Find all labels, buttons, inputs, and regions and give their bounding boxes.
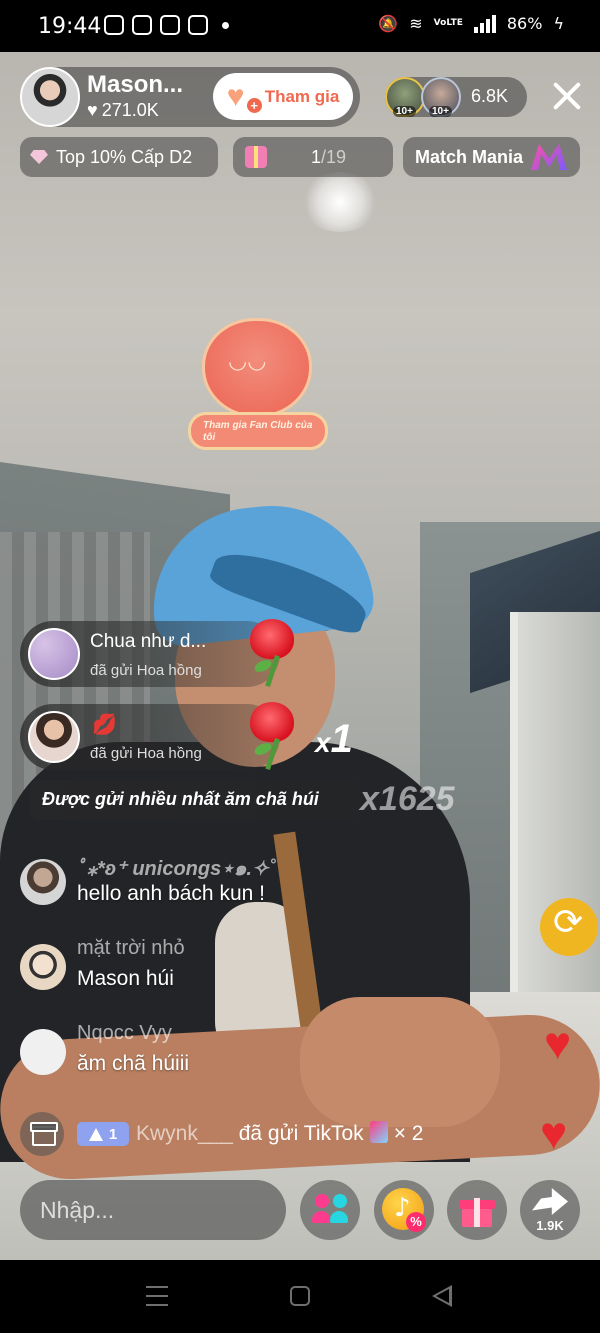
status-right: 🔕 ≋ VoLTE 86% ϟ <box>378 14 564 33</box>
shopee-icon <box>160 15 180 35</box>
gifter-name: Chua như d... <box>90 631 207 652</box>
level-triangle-icon <box>88 1127 103 1141</box>
heart-icon[interactable]: ♥ <box>540 1110 567 1156</box>
share-count: 1.9K <box>536 1218 564 1233</box>
close-icon[interactable] <box>551 80 583 112</box>
rose-icon <box>242 615 304 691</box>
viewers[interactable]: 10+ 10+ 6.8K <box>385 77 527 117</box>
comment[interactable]: mặt trời nhỏ Mason húi <box>20 937 440 999</box>
repost-icon[interactable] <box>540 898 598 956</box>
top-viewer-avatar[interactable]: 10+ <box>385 77 425 117</box>
gifter-avatar[interactable] <box>28 628 80 680</box>
discount-icon: % <box>406 1212 426 1232</box>
fan-club-label: Tham gia Fan Club của tôi <box>188 412 328 450</box>
rose-icon <box>242 698 304 774</box>
mute-icon: 🔕 <box>378 14 399 33</box>
gift-sender-name[interactable]: Kwynk___ <box>136 1122 233 1145</box>
gifter-avatar[interactable] <box>28 711 80 763</box>
commenter-name[interactable]: Nqocc Vyy <box>77 1022 172 1045</box>
host-name[interactable]: Mason... <box>87 71 183 99</box>
instagram-icon <box>188 15 208 35</box>
more-notifications-dot <box>222 21 229 29</box>
comment-text: Mason húi <box>77 967 174 990</box>
recent-apps-icon[interactable] <box>146 1286 168 1306</box>
comment[interactable]: ﾟ⁎*ʚ⁺ unicongs⋆๑.✧˚ hello anh bách kun ! <box>20 852 440 914</box>
gift-notification[interactable]: 💋 đã gửi Hoa hồng <box>20 702 294 770</box>
back-icon[interactable] <box>432 1285 454 1307</box>
viewer-count[interactable]: 6.8K <box>471 86 508 107</box>
match-mania-chip[interactable]: Match Mania <box>403 137 580 177</box>
tiktok-gift-icon <box>369 1121 388 1143</box>
commenter-name[interactable]: mặt trời nhỏ <box>77 937 185 960</box>
top-viewer-avatar[interactable]: 10+ <box>421 77 461 117</box>
host-avatar[interactable] <box>20 67 80 127</box>
gift-multiplier: x1 <box>315 717 353 761</box>
commenter-avatar[interactable] <box>20 859 66 905</box>
host-likes: ♥ 271.0K <box>87 100 159 121</box>
heart-icon[interactable]: ♥ <box>544 1020 571 1066</box>
heart-plus-icon: ♥ + <box>227 81 262 113</box>
charging-icon: ϟ <box>553 14 564 33</box>
join-fan-club-button[interactable]: ♥ + Tham gia <box>213 73 353 120</box>
fan-club-face: ◡◡ <box>228 348 267 373</box>
gift-goal-progress: 1/19 <box>311 147 347 167</box>
gift-event-multiplier: × 2 <box>393 1122 424 1145</box>
guests-button[interactable] <box>300 1180 360 1240</box>
gift-icon <box>459 1194 495 1227</box>
app-notification-icon <box>132 15 152 35</box>
gift-icon[interactable] <box>20 1112 64 1156</box>
commenter-name[interactable]: ﾟ⁎*ʚ⁺ unicongs⋆๑.✧˚ <box>77 852 275 884</box>
guests-icon <box>312 1194 350 1226</box>
comment-text: ăm chã húiii <box>77 1052 190 1075</box>
diamond-icon <box>30 150 48 164</box>
share-icon <box>532 1188 568 1215</box>
wifi-icon: ≋ <box>409 14 423 33</box>
comment-input-container[interactable] <box>20 1180 286 1240</box>
commenter-avatar[interactable] <box>20 1029 66 1075</box>
home-icon[interactable] <box>290 1286 310 1306</box>
match-mania-logo-icon <box>531 144 568 170</box>
rank-label: Top 10% Cấp D2 <box>56 146 193 167</box>
gift-event-text: Kwynk___ đã gửi TikTok × 2 <box>136 1121 423 1146</box>
gift-notification[interactable]: Chua như d... đã gửi Hoa hồng <box>20 619 294 687</box>
host-likes-count: 271.0K <box>101 100 159 120</box>
join-label: Tham gia <box>264 86 340 106</box>
rank-chip[interactable]: Top 10% Cấp D2 <box>20 137 218 177</box>
share-button[interactable]: 1.9K <box>520 1180 580 1240</box>
status-time: 19:44 <box>38 14 102 39</box>
app-notification-icon <box>104 15 124 35</box>
notification-icons <box>104 15 229 35</box>
coin-offer-button[interactable]: % <box>374 1180 434 1240</box>
signal-icon <box>473 14 496 33</box>
gift-button[interactable] <box>447 1180 507 1240</box>
host-info[interactable]: Mason... ♥ 271.0K ♥ + Tham gia <box>20 67 360 127</box>
volte-icon: VoLTE <box>433 18 463 28</box>
gift-box-icon <box>245 146 267 168</box>
gift-event-line[interactable]: 1 Kwynk___ đã gửi TikTok × 2 <box>20 1112 540 1156</box>
comment[interactable]: Nqocc Vyy ăm chã húiii <box>20 1022 440 1084</box>
system-nav-bar <box>0 1260 600 1333</box>
battery-level: 86% <box>506 14 543 33</box>
lips-icon: 💋 <box>92 714 117 736</box>
comment-input[interactable] <box>20 1180 260 1240</box>
gift-action: đã gửi Hoa hồng <box>90 662 202 679</box>
gift-action: đã gửi Hoa hồng <box>90 745 202 762</box>
match-mania-label: Match Mania <box>415 146 524 167</box>
gift-event-action: đã gửi TikTok <box>238 1122 364 1145</box>
fan-club-sticker[interactable]: ◡◡ Tham gia Fan Club của tôi <box>188 318 338 458</box>
commenter-avatar[interactable] <box>20 944 66 990</box>
comment-text: hello anh bách kun ! <box>77 882 265 905</box>
most-sent-banner: Được gửi nhiều nhất ăm chã húi <box>30 780 360 820</box>
status-bar: 19:44 🔕 ≋ VoLTE 86% ϟ <box>0 0 600 52</box>
most-sent-count: x1625 <box>360 780 455 818</box>
user-level-badge: 1 <box>77 1122 129 1146</box>
heart-icon: ♥ <box>87 100 98 120</box>
gift-goal-chip[interactable]: 1/19 <box>233 137 393 177</box>
